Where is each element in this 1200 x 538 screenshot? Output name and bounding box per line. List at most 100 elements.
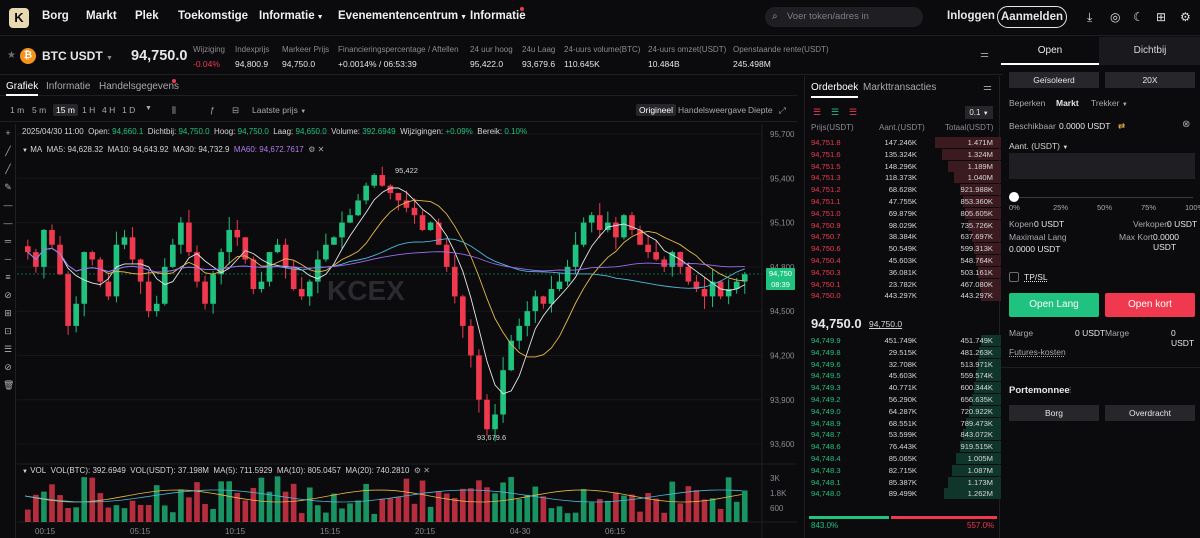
price-line-icon[interactable]: ─ (3, 254, 13, 264)
globe-icon[interactable]: ◎ (1110, 10, 1120, 24)
orderbook-row[interactable]: 94,750.4 45.603K 548.764K (805, 255, 1001, 266)
tpsl-checkbox[interactable] (1009, 272, 1019, 282)
view-bids-icon[interactable]: ☰ (831, 107, 839, 118)
horizontal-line-icon[interactable]: — (3, 200, 13, 210)
fib-icon[interactable]: ⊞ (3, 308, 13, 318)
interval-5m[interactable]: 5 m (32, 105, 46, 115)
transfer-icon[interactable]: ⇄ (1118, 121, 1125, 132)
orderbook-row[interactable]: 94,750.0 443.297K 443.297K (805, 290, 1001, 302)
borg-button[interactable]: Borg (1009, 405, 1099, 421)
channel-icon[interactable]: ≡ (3, 272, 13, 282)
ordertype-beperken[interactable]: Beperken (1009, 98, 1045, 108)
view-asks-icon[interactable]: ☰ (849, 107, 857, 118)
orderbook-row[interactable]: 94,749.0 64.287K 720.922K (805, 405, 1001, 417)
chart-icon[interactable]: ⫶ (1069, 385, 1071, 396)
slider-mark[interactable]: 0% (1009, 203, 1020, 212)
chevron-down-icon[interactable]: ▼ (22, 148, 28, 154)
search-input[interactable]: ⌕ Voer token/adres in (765, 7, 923, 27)
view-both-icon[interactable]: ☰ (813, 107, 821, 118)
hide-icon[interactable]: ⊘ (3, 362, 13, 372)
orderbook-row[interactable]: 94,748.3 82.715K 1.087M (805, 464, 1001, 476)
tab-handelsgegevens[interactable]: Handelsgegevens (99, 81, 179, 92)
slider-mark[interactable]: 25% (1053, 203, 1068, 212)
orderbook-row[interactable]: 94,750.6 50.549K 599.313K (805, 243, 1001, 255)
slider-mark[interactable]: 50% (1097, 203, 1112, 212)
nav-markt[interactable]: Markt (86, 10, 117, 22)
futures-cost-link[interactable]: Futures-kosten (1009, 347, 1066, 357)
qty-slider-handle[interactable] (1009, 192, 1019, 202)
view-diepte[interactable]: Diepte (748, 105, 773, 115)
orderbook-row[interactable]: 94,748.1 85.387K 1.173M (805, 476, 1001, 488)
interval-4h[interactable]: 4 H (102, 105, 115, 115)
settings-icon[interactable]: ⚙ (414, 466, 421, 475)
orderbook-row[interactable]: 94,748.9 68.551K 789.473K (805, 417, 1001, 429)
orderbook-row[interactable]: 94,748.7 53.599K 843.072K (805, 429, 1001, 441)
orderbook-row[interactable]: 94,751.5 148.296K 1.189M (805, 160, 1001, 172)
chevron-down-icon[interactable]: ▼ (145, 105, 152, 112)
orderbook-row[interactable]: 94,751.8 147.246K 1.471M (805, 137, 1001, 148)
settings-sliders-icon[interactable]: ⚌ (980, 49, 989, 60)
orderbook-row[interactable]: 94,749.6 32.708K 513.971K (805, 358, 1001, 370)
candle-type-icon[interactable]: ⫼ (172, 105, 176, 116)
interval-1h[interactable]: 1 H (82, 105, 95, 115)
nav-toekomstige[interactable]: Toekomstige (178, 10, 248, 22)
transfer-button[interactable]: Overdracht (1105, 405, 1195, 421)
price-chart[interactable]: KCEX 95,70095,40095,10094,80094,50094,20… (17, 124, 797, 538)
tab-orderboek[interactable]: Orderboek (811, 82, 859, 98)
star-icon[interactable]: ★ (7, 50, 16, 61)
orderbook-row[interactable]: 94,751.0 69.879K 805.605K (805, 207, 1001, 219)
orderbook-row[interactable]: 94,750.7 38.384K 637.697K (805, 231, 1001, 243)
view-origineel[interactable]: Origineel (636, 104, 677, 116)
precision-select[interactable]: 0.1 ▼ (965, 106, 993, 119)
interval-1m[interactable]: 1 m (10, 105, 24, 115)
indicator-icon[interactable]: ƒ (210, 105, 215, 115)
orderbook-row[interactable]: 94,750.3 36.081K 503.161K (805, 266, 1001, 278)
tab-informatie[interactable]: Informatie (46, 81, 90, 92)
orderbook-row[interactable]: 94,749.5 45.603K 559.574K (805, 370, 1001, 382)
orderbook-row[interactable]: 94,749.8 29.515K 481.263K (805, 346, 1001, 358)
qty-input[interactable] (1009, 153, 1195, 179)
ray-icon[interactable]: ╱ (3, 164, 13, 174)
close-icon[interactable]: ✕ (318, 145, 325, 154)
symbol-selector[interactable]: BTC USDT ▼ (42, 49, 113, 63)
nav-informatie-dropdown[interactable]: Informatie ▼ (259, 10, 324, 22)
lock-icon[interactable]: ☰ (3, 344, 13, 354)
orderbook-row[interactable]: 94,751.2 68.628K 921.988K (805, 184, 1001, 196)
chevron-down-icon[interactable]: ▼ (22, 469, 28, 475)
orderbook-row[interactable]: 94,748.6 76.443K 919.515K (805, 441, 1001, 453)
orderbook-row[interactable]: 94,748.4 85.065K 1.005M (805, 453, 1001, 464)
leverage-select[interactable]: 20X (1105, 72, 1195, 88)
moon-icon[interactable]: ☾ (1133, 10, 1144, 24)
download-icon[interactable]: ⤓ (1087, 10, 1092, 25)
orderbook-row[interactable]: 94,749.3 40.771K 600.344K (805, 382, 1001, 394)
close-icon[interactable]: ✕ (423, 466, 430, 475)
tab-grafiek[interactable]: Grafiek (6, 81, 39, 96)
orderbook-row[interactable]: 94,751.1 47.755K 853.360K (805, 196, 1001, 207)
qty-label[interactable]: Aant. (USDT) ▼ (1009, 141, 1068, 151)
calculator-icon[interactable]: ⊗ (1182, 119, 1190, 130)
price-type-select[interactable]: Laatste prijs ▼ (252, 105, 306, 115)
open-long-button[interactable]: Open Lang (1009, 293, 1099, 317)
trendline-icon[interactable]: ╱ (3, 146, 13, 156)
nav-borg[interactable]: Borg (42, 10, 69, 22)
slider-mark[interactable]: 100% (1185, 203, 1200, 212)
interval-1d[interactable]: 1 D (122, 105, 135, 115)
orderbook-row[interactable]: 94,750.1 23.782K 467.080K (805, 278, 1001, 290)
orderbook-row[interactable]: 94,749.2 56.290K 656.635K (805, 394, 1001, 405)
parallel-lines-icon[interactable]: ═ (3, 236, 13, 246)
settings-icon[interactable]: ⚙ (308, 145, 315, 154)
register-button[interactable]: Aanmelden (997, 6, 1067, 28)
tab-dichtbij[interactable]: Dichtbij (1101, 45, 1199, 56)
settings-sliders-icon[interactable]: ⚌ (983, 82, 992, 93)
qty-slider-track[interactable] (1013, 197, 1193, 198)
ordertype-trekker[interactable]: Trekker ▼ (1091, 98, 1128, 108)
nav-informatie[interactable]: Informatie (470, 10, 526, 22)
kcex-logo[interactable]: K (9, 8, 29, 28)
interval-15m[interactable]: 15 m (53, 104, 78, 116)
margin-mode-select[interactable]: Geïsoleerd (1009, 72, 1099, 88)
tab-open[interactable]: Open (1001, 45, 1099, 56)
view-handelsweergave[interactable]: Handelsweergave (678, 105, 746, 115)
nav-evenementencentrum[interactable]: Evenementencentrum ▼ (338, 10, 467, 22)
trash-icon[interactable]: 🗑 (3, 380, 14, 390)
brush-icon[interactable]: ✎ (3, 182, 13, 192)
